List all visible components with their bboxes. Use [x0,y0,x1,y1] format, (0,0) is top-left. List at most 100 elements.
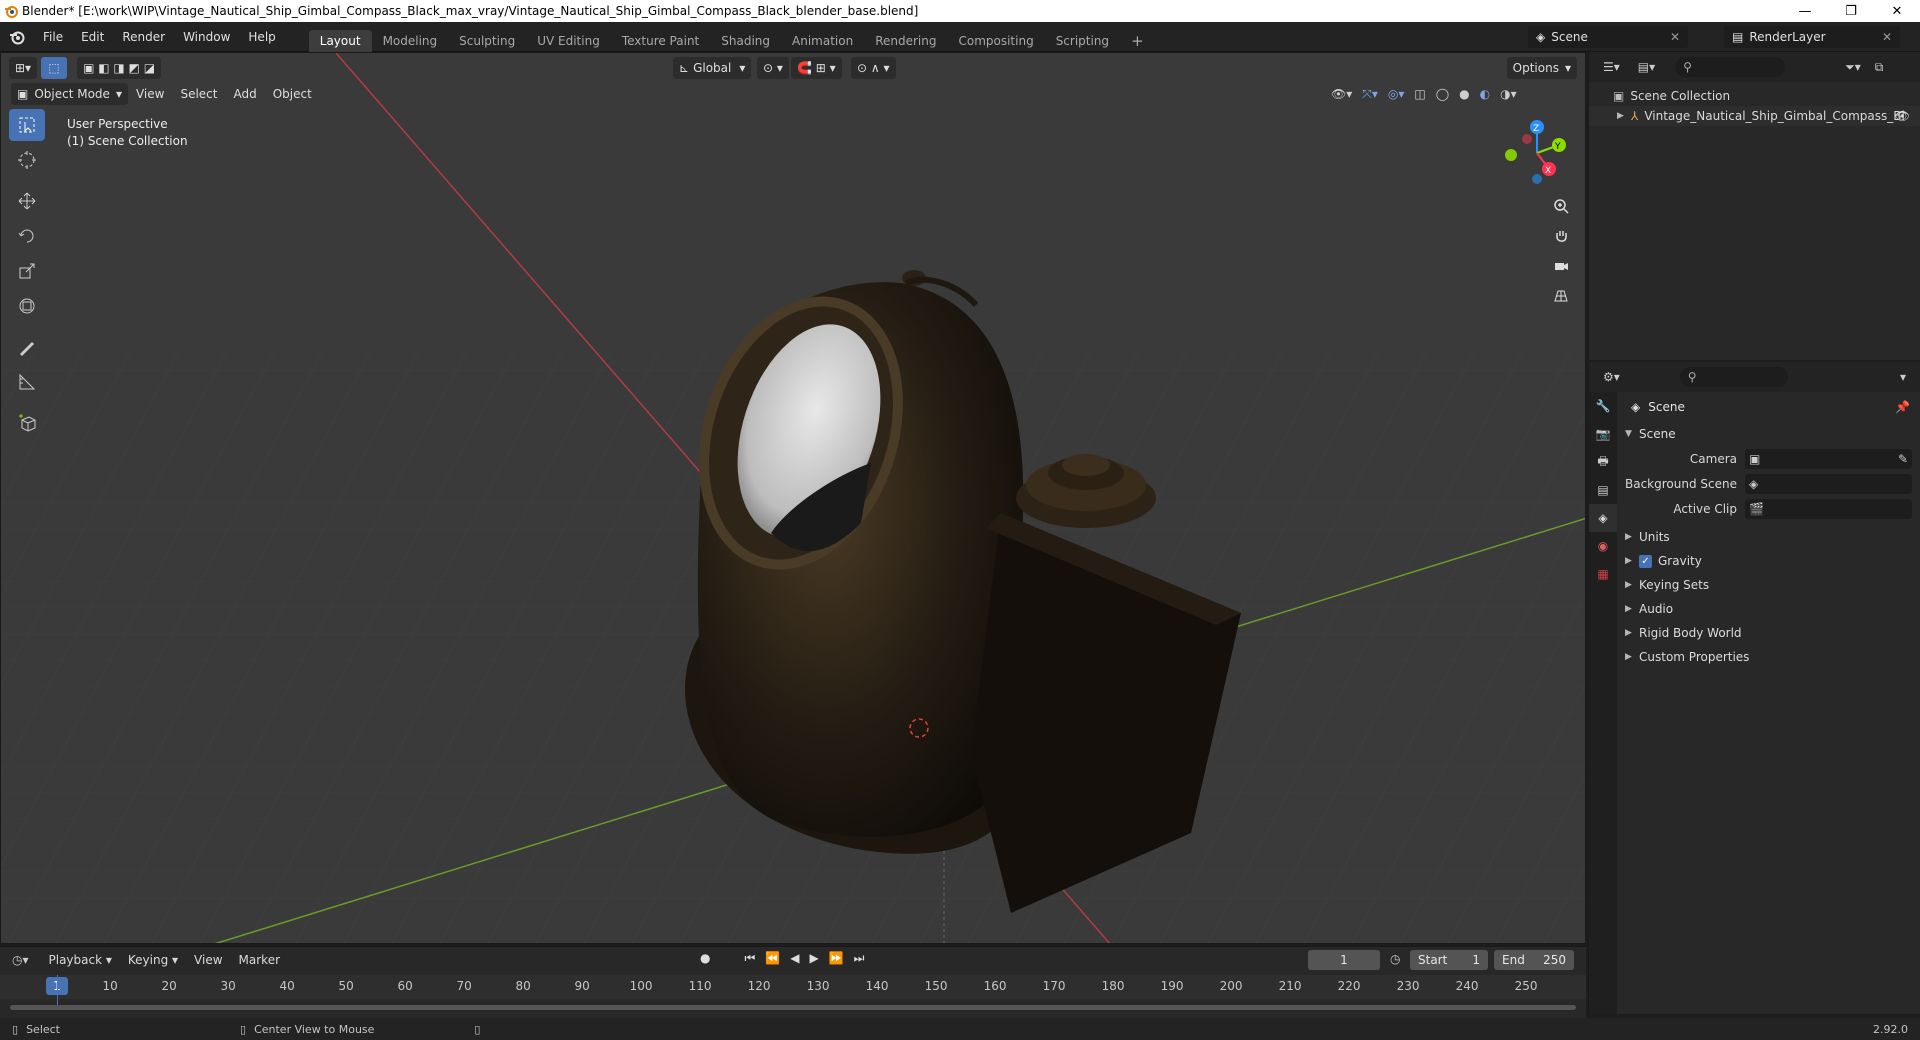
timeline-view-menu[interactable]: View [186,953,230,967]
cursor-tool[interactable] [9,144,45,176]
minimize-button[interactable]: — [1782,0,1828,22]
keying-sets-section[interactable]: ▶ Keying Sets [1617,573,1920,597]
jump-start-icon[interactable]: ⏮ [744,951,755,966]
new-collection-icon[interactable]: ⧉ [1875,60,1884,75]
custom-properties-section[interactable]: ▶ Custom Properties [1617,645,1920,669]
units-section[interactable]: ▶ Units [1617,525,1920,549]
blender-menu-icon[interactable] [0,29,34,45]
tab-modeling[interactable]: Modeling [372,30,449,52]
tab-sculpting[interactable]: Sculpting [448,30,526,52]
overlay-toggle-icon[interactable]: ◎▾ [1388,87,1405,102]
properties-editor-type-icon[interactable]: ⚙▾ [1603,370,1620,384]
scale-tool[interactable] [9,255,45,287]
pan-hand-icon[interactable] [1548,223,1574,249]
mode-dropdown[interactable]: ▣ Object Mode ▾ [11,83,128,105]
selection-mode-buttons[interactable]: ▣ ◧ ◨ ◩ ◪ [77,57,162,79]
end-frame-field[interactable]: End 250 [1494,950,1574,970]
viewport-menu-view[interactable]: View [128,87,172,101]
restore-button[interactable]: ❐ [1828,0,1874,22]
jump-end-icon[interactable]: ⏭ [854,951,865,966]
gravity-section[interactable]: ▶ ✓ Gravity [1617,549,1920,573]
camera-field[interactable]: ▣ ✎ [1745,448,1912,469]
texture-tab-icon[interactable]: ▦ [1589,560,1617,588]
annotate-tool[interactable] [9,331,45,363]
select-tool[interactable] [9,109,45,141]
scene-section-header[interactable]: ▼ Scene [1617,422,1920,446]
play-icon[interactable]: ▶ [809,951,818,966]
visibility-icon[interactable]: 👁▾ [1331,87,1352,102]
measure-tool[interactable] [9,366,45,398]
tab-uv-editing[interactable]: UV Editing [526,30,611,52]
clock-icon[interactable]: ◷ [1390,952,1400,966]
navigation-gizmo[interactable]: Z Y X [1497,113,1577,193]
options-dropdown[interactable]: Options ▾ [1506,57,1577,79]
camera-view-icon[interactable] [1548,253,1574,279]
proportional-editing-toggle[interactable]: ⊙ ∧ ▾ [851,57,896,79]
solid-shading-icon[interactable]: ● [1459,87,1469,102]
render-tab-icon[interactable]: 📷 [1589,420,1617,448]
menu-file[interactable]: File [34,22,72,52]
outliner-scene-collection[interactable]: ▣ Scene Collection [1589,86,1920,106]
menu-edit[interactable]: Edit [72,22,113,52]
filter-icon[interactable]: ⏷▾ [1845,60,1861,75]
chevron-down-icon[interactable]: ▾ [1900,370,1906,384]
tab-rendering[interactable]: Rendering [864,30,947,52]
tab-shading[interactable]: Shading [710,30,781,52]
add-workspace-button[interactable]: + [1120,30,1155,52]
rendered-shading-icon[interactable]: ◑▾ [1500,87,1517,102]
rigid-body-world-section[interactable]: ▶ Rigid Body World [1617,621,1920,645]
outliner-editor-type-icon[interactable]: ☰▾ [1603,60,1620,74]
timeline-editor-type-icon[interactable]: ◷▾ [12,953,29,967]
marker-menu[interactable]: Marker [231,953,288,967]
zoom-icon[interactable] [1548,193,1574,219]
current-frame-field[interactable]: 1 [1308,950,1380,970]
background-scene-field[interactable]: ◈ [1745,473,1912,494]
editor-type-button[interactable]: ⊞▾ [9,57,38,79]
3d-viewport[interactable]: ⊞▾ ⬚ ▣ ◧ ◨ ◩ ◪ ⊾ Global ▾ ⊙ ▾ 🧲 ⊞ ▾ ⊙ ∧ … [0,52,1586,944]
transform-tool[interactable] [9,290,45,322]
outliner-object-row[interactable]: ▶ ⅄ Vintage_Nautical_Ship_Gimbal_Compass… [1589,106,1920,126]
scene-tab-icon[interactable]: ◈ [1589,504,1617,532]
menu-window[interactable]: Window [174,22,239,52]
prev-keyframe-icon[interactable]: ⏪ [765,951,780,966]
next-keyframe-icon[interactable]: ⏩ [829,951,844,966]
move-tool[interactable] [9,185,45,217]
rotate-tool[interactable] [9,220,45,252]
keying-menu[interactable]: Keying ▾ [120,953,186,967]
menu-help[interactable]: Help [239,22,284,52]
viewport-menu-object[interactable]: Object [265,87,320,101]
select-box-tool-button[interactable]: ⬚ [41,57,68,79]
transform-orientation-dropdown[interactable]: ⊾ Global ▾ [673,57,752,79]
pivot-point-dropdown[interactable]: ⊙ ▾ [757,57,789,79]
perspective-toggle-icon[interactable] [1548,283,1574,309]
material-shading-icon[interactable]: ◐ [1480,87,1490,102]
start-frame-field[interactable]: Start 1 [1410,950,1488,970]
timeline-scrollbar[interactable] [10,1005,1576,1010]
menu-render[interactable]: Render [113,22,174,52]
expand-caret-icon[interactable]: ▶ [1617,111,1631,121]
visibility-eye-icon[interactable]: 👁 [1895,109,1910,123]
display-mode-icon[interactable]: ▤▾ [1638,60,1655,74]
properties-search-input[interactable]: ⚲ [1679,367,1788,387]
xray-toggle-icon[interactable]: ◫ [1414,87,1425,102]
scene-close-icon[interactable]: ✕ [1670,30,1680,44]
play-reverse-icon[interactable]: ◀ [790,951,799,966]
active-clip-field[interactable]: 🎬 [1745,498,1912,519]
pin-icon[interactable]: 📌 [1895,400,1910,414]
tab-compositing[interactable]: Compositing [947,30,1044,52]
eyedropper-icon[interactable]: ✎ [1898,452,1908,466]
world-tab-icon[interactable]: ◉ [1589,532,1617,560]
viewport-menu-add[interactable]: Add [225,87,264,101]
tab-layout[interactable]: Layout [308,29,372,52]
tool-tab-icon[interactable]: 🔧 [1589,392,1617,420]
playback-menu[interactable]: Playback ▾ [41,953,120,967]
tab-scripting[interactable]: Scripting [1045,30,1120,52]
viewport-menu-select[interactable]: Select [172,87,225,101]
gravity-checkbox[interactable]: ✓ [1639,554,1652,568]
scene-selector[interactable]: ◈ Scene ✕ [1528,26,1688,48]
tab-texture-paint[interactable]: Texture Paint [611,30,710,52]
render-layer-close-icon[interactable]: ✕ [1882,30,1892,44]
wireframe-shading-icon[interactable]: ◯ [1436,87,1449,102]
snapping-toggle[interactable]: 🧲 ⊞ ▾ [791,57,842,79]
gizmo-toggle-icon[interactable]: ⤧▾ [1362,87,1378,102]
